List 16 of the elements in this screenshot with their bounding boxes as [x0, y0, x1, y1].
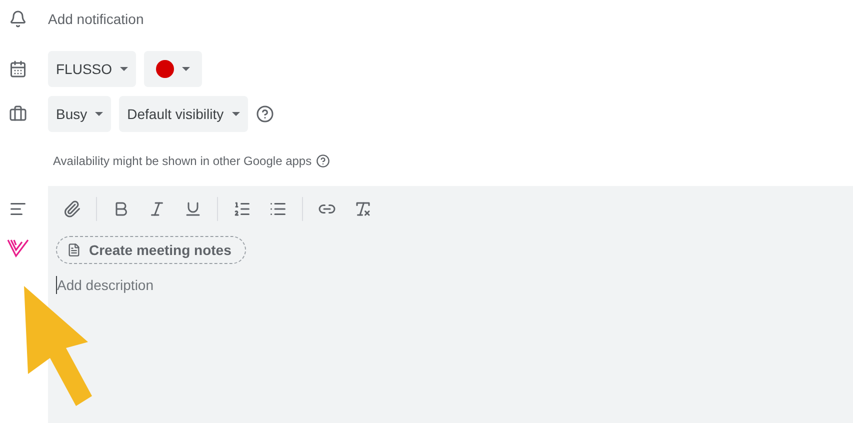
add-notification-link[interactable]: Add notification — [48, 11, 144, 27]
help-icon[interactable] — [316, 154, 330, 168]
calendar-dropdown[interactable]: FLUSSO — [48, 51, 136, 87]
availability-note: Availability might be shown in other Google apps — [53, 154, 312, 168]
logo-icon — [7, 238, 29, 258]
description-field[interactable]: Add description — [56, 276, 845, 294]
briefcase-icon — [9, 105, 27, 123]
calendar-icon — [9, 60, 27, 78]
create-notes-button[interactable]: Create meeting notes — [56, 236, 246, 264]
description-icon — [9, 200, 27, 218]
help-icon[interactable] — [256, 105, 274, 123]
visibility-dropdown[interactable]: Default visibility — [119, 96, 248, 132]
bell-icon — [9, 10, 27, 28]
color-dropdown[interactable] — [144, 51, 202, 87]
document-icon — [67, 243, 81, 257]
status-dropdown[interactable]: Busy — [48, 96, 112, 132]
